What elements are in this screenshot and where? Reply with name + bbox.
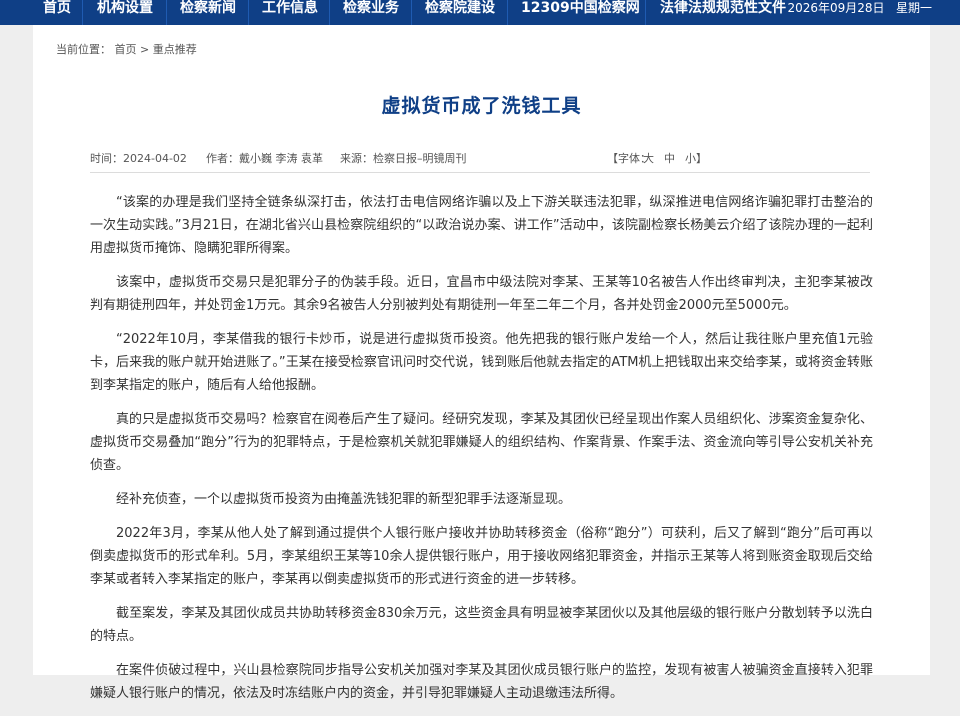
font-size-medium-button[interactable]: 中 [664, 150, 675, 166]
article-paragraph: “2022年10月，李某借我的银行卡炒币，说是进行虚拟货币投资。他先把我的银行账… [90, 332, 873, 393]
meta-divider [90, 172, 870, 173]
top-navigation-bar: 首页 机构设置 检察新闻 工作信息 检察业务 检察院建设 12309中国检察网 … [0, 0, 960, 25]
font-size-large-button[interactable]: 大 [643, 150, 654, 166]
article-body: “该案的办理是我们坚持全链条纵深打击，依法打击电信网络诈骗以及上下游关联违法犯罪… [90, 191, 873, 716]
breadcrumb-separator: > [140, 43, 150, 56]
nav-divider [82, 0, 83, 25]
article-author: 作者：戴小巍 李涛 袁革 [206, 152, 323, 165]
article-paragraph: 真的只是虚拟货币交易吗？检察官在阅卷后产生了疑问。经研究发现，李某及其团伙已经呈… [90, 412, 873, 473]
article-paragraph: “该案的办理是我们坚持全链条纵深打击，依法打击电信网络诈骗以及上下游关联违法犯罪… [90, 195, 873, 256]
nav-divider [248, 0, 249, 25]
breadcrumb-home-link[interactable]: 首页 [115, 43, 137, 56]
nav-divider [329, 0, 330, 25]
article-paragraph: 在案件侦破过程中，兴山县检察院同步指导公安机关加强对李某及其团伙成员银行账户的监… [90, 663, 873, 701]
nav-divider [411, 0, 412, 25]
font-size-small-button[interactable]: 小】 [685, 150, 707, 166]
nav-item-laws-regulations[interactable]: 法律法规规范性文件 [660, 0, 786, 25]
publish-time: 时间：2024-04-02 [90, 152, 187, 165]
current-date: 2026年09月28日 星期一 [787, 0, 932, 25]
article-paragraph: 经补充侦查，一个以虚拟货币投资为由掩盖洗钱犯罪的新型犯罪手法逐渐显现。 [116, 492, 572, 507]
article-paragraph: 截至案发，李某及其团伙成员共协助转移资金830余万元，这些资金具有明显被李某团伙… [90, 606, 873, 644]
article-paragraph: 2022年3月，李某从他人处了解到通过提供个人银行账户接收并协助转移资金（俗称“… [90, 526, 873, 587]
nav-item-procuratorate-news[interactable]: 检察新闻 [180, 0, 236, 25]
breadcrumb-prefix: 当前位置： [56, 43, 111, 56]
breadcrumb: 当前位置： 首页 > 重点推荐 [56, 41, 197, 57]
nav-divider [645, 0, 646, 25]
nav-item-procuratorate-construction[interactable]: 检察院建设 [425, 0, 495, 25]
nav-item-work-info[interactable]: 工作信息 [262, 0, 318, 25]
breadcrumb-current-link[interactable]: 重点推荐 [153, 43, 197, 56]
nav-item-organization[interactable]: 机构设置 [97, 0, 153, 25]
nav-item-home[interactable]: 首页 [43, 0, 71, 25]
weekday-text: 星期一 [895, 1, 932, 15]
date-text: 2026年09月28日 [787, 1, 885, 15]
nav-divider [166, 0, 167, 25]
article-paragraph: 该案中，虚拟货币交易只是犯罪分子的伪装手段。近日，宜昌市中级法院对李某、王某等1… [90, 275, 873, 313]
nav-item-12309-portal[interactable]: 12309中国检察网 [521, 0, 640, 25]
nav-divider [507, 0, 508, 25]
article-panel: 当前位置： 首页 > 重点推荐 虚拟货币成了洗钱工具 时间：2024-04-02… [33, 25, 930, 701]
article-meta: 时间：2024-04-02 作者：戴小巍 李涛 袁革 来源：检察日报–明镜周刊 … [90, 150, 870, 170]
article-title: 虚拟货币成了洗钱工具 [381, 95, 582, 117]
nav-item-procuratorial-business[interactable]: 检察业务 [343, 0, 399, 25]
article-source: 来源：检察日报–明镜周刊 [340, 152, 467, 165]
